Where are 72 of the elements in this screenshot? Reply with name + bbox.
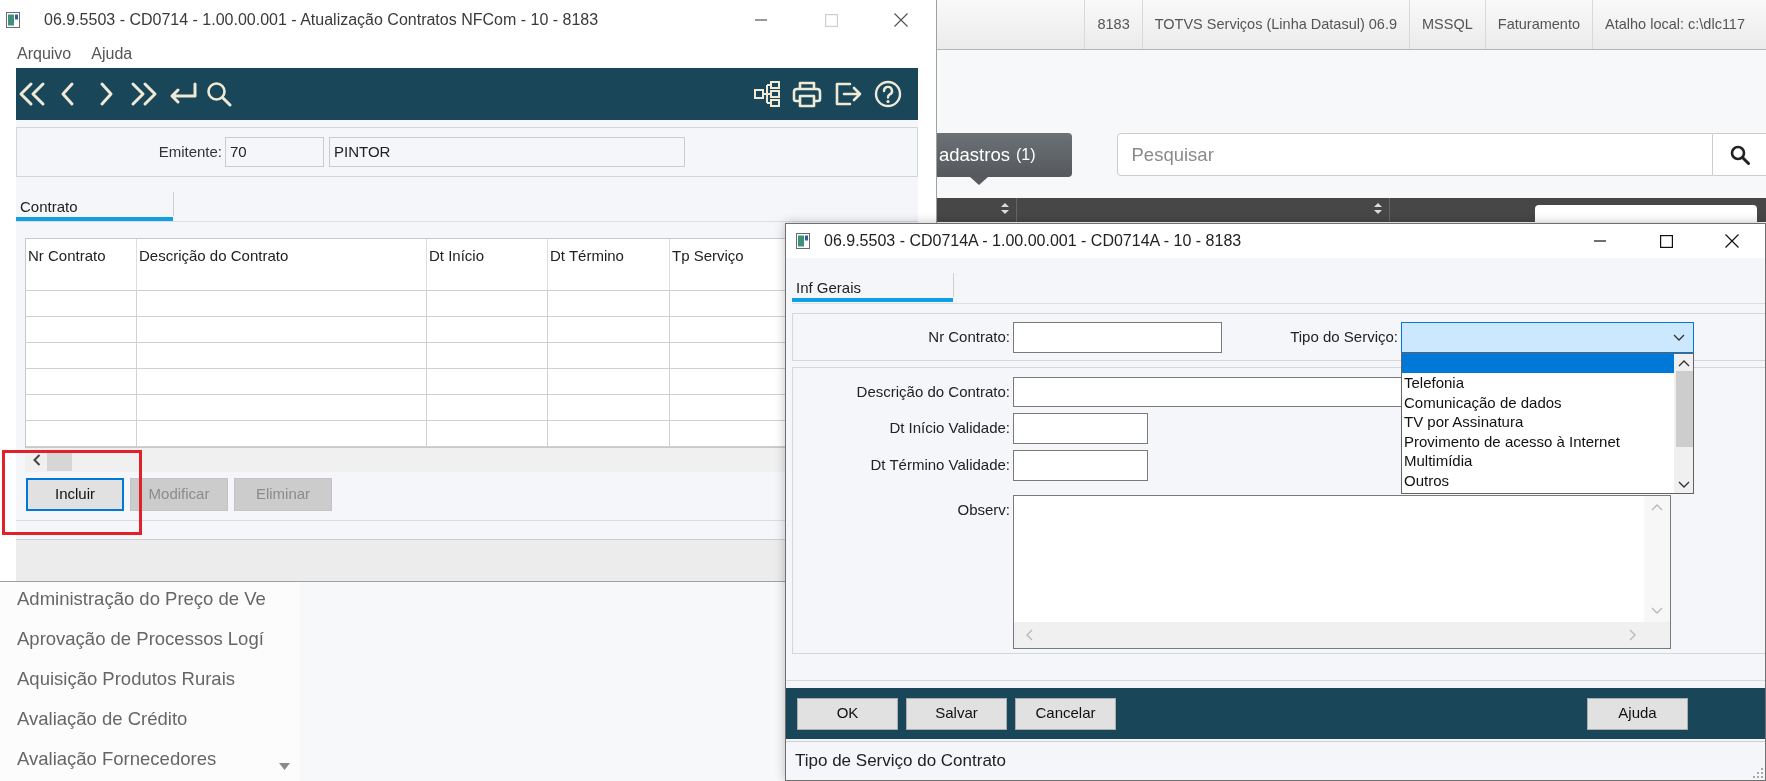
action-button: Eliminar xyxy=(234,478,332,511)
help-icon[interactable] xyxy=(874,80,902,108)
search-button[interactable] xyxy=(1712,133,1766,176)
tab[interactable]: Inf Gerais xyxy=(792,271,953,302)
field-label: Dt Término Validade: xyxy=(869,455,1010,476)
side-menu-item[interactable]: Aprovação de Processos Logí xyxy=(17,619,264,659)
field-label: Descrição do Contrato: xyxy=(855,381,1010,402)
dialog-button[interactable]: Cancelar xyxy=(1015,697,1116,730)
close-icon[interactable] xyxy=(894,13,908,27)
status-item: TOTVS Serviços (Linha Datasul) 06.9 xyxy=(1141,0,1410,49)
window-title: 06.9.5503 - CD0714A - 1.00.00.001 - CD0714A - 10 - 8183 xyxy=(824,231,1242,251)
double-chevron-left-icon[interactable] xyxy=(17,81,47,107)
date-field[interactable] xyxy=(1013,450,1148,481)
maximize-icon[interactable] xyxy=(1659,234,1673,248)
date-field[interactable] xyxy=(1013,413,1148,444)
close-icon[interactable] xyxy=(1725,234,1739,248)
dropdown-option[interactable]: Multimídia xyxy=(1402,451,1674,471)
resize-grip-icon[interactable] xyxy=(1753,768,1763,778)
field-label: Emitente: xyxy=(157,141,222,162)
sort-icon[interactable] xyxy=(1000,202,1010,215)
field-label: Nr Contrato: xyxy=(927,326,1010,347)
service-type-combo[interactable] xyxy=(1401,321,1694,353)
exit-icon[interactable] xyxy=(833,80,863,108)
window-title: 06.9.5503 - CD0714 - 1.00.00.001 - Atualização Contratos NFCom - 10 - 8183 xyxy=(44,10,599,30)
category-button[interactable]: adastros (1) xyxy=(937,133,1072,177)
field-label: Tipo do Serviço: xyxy=(1289,326,1398,347)
status-item: 8183 xyxy=(1084,0,1142,49)
dropdown-option[interactable]: TV por Assinatura xyxy=(1402,412,1674,432)
action-button[interactable]: Incluir xyxy=(26,478,124,511)
side-menu-item[interactable]: Aquisição Produtos Rurais xyxy=(17,659,235,699)
side-menu-item[interactable]: Avaliação de Crédito xyxy=(17,699,188,739)
help-button[interactable]: Ajuda xyxy=(1587,697,1688,730)
search-icon xyxy=(1729,144,1750,165)
tab[interactable]: Contrato xyxy=(16,190,173,221)
side-menu-item[interactable]: Administração do Preço de Ve xyxy=(17,579,266,619)
field-label: Observ: xyxy=(956,500,1010,520)
app-icon xyxy=(6,12,20,28)
sort-icon[interactable] xyxy=(1373,202,1383,215)
search-field[interactable]: Pesquisar xyxy=(1116,133,1713,176)
action-button: Modificar xyxy=(130,478,228,511)
dialog-button[interactable]: Salvar xyxy=(906,697,1007,730)
status-item: Atalho local: c:\dlc117 xyxy=(1592,0,1757,49)
menu-item[interactable]: Arquivo xyxy=(17,42,72,66)
dialog-button[interactable]: OK xyxy=(797,697,898,730)
field-label: Dt Início Validade: xyxy=(888,418,1010,439)
emitente-name-field[interactable]: PINTOR xyxy=(329,137,685,167)
dropdown-option[interactable]: Provimento de acesso à Internet xyxy=(1402,431,1674,451)
filter-field[interactable] xyxy=(1535,205,1757,222)
contract-number-field[interactable] xyxy=(1013,321,1222,353)
chevron-down-icon xyxy=(1673,333,1685,341)
dropdown-option[interactable]: Comunicação de dados xyxy=(1402,392,1674,412)
dropdown-option[interactable]: Telefonia xyxy=(1402,373,1674,393)
printer-icon[interactable] xyxy=(792,80,822,108)
pointer-triangle-icon xyxy=(970,177,988,185)
scrollbar-thumb[interactable] xyxy=(1675,370,1693,447)
chevron-down-icon[interactable] xyxy=(1677,480,1690,488)
app-icon xyxy=(796,233,810,249)
emitente-code-field[interactable]: 70 xyxy=(225,137,324,167)
status-item: Faturamento xyxy=(1484,0,1592,49)
side-menu-item[interactable]: Avaliação Fornecedores xyxy=(17,739,217,779)
status-item: MSSQL xyxy=(1409,0,1485,49)
status-text: Tipo de Serviço do Contrato xyxy=(795,750,1007,773)
double-chevron-right-icon[interactable] xyxy=(129,81,159,107)
chevron-left-icon[interactable] xyxy=(60,81,76,107)
search-icon[interactable] xyxy=(206,81,232,107)
chevron-up-icon[interactable] xyxy=(1677,359,1690,367)
tree-icon[interactable] xyxy=(753,80,781,108)
chevron-right-icon[interactable] xyxy=(98,81,114,107)
dropdown-option[interactable]: Outros xyxy=(1402,470,1674,490)
chevron-left-icon[interactable] xyxy=(33,454,41,466)
caret-down-icon[interactable] xyxy=(279,763,290,770)
menu-item[interactable]: Ajuda xyxy=(91,42,133,66)
